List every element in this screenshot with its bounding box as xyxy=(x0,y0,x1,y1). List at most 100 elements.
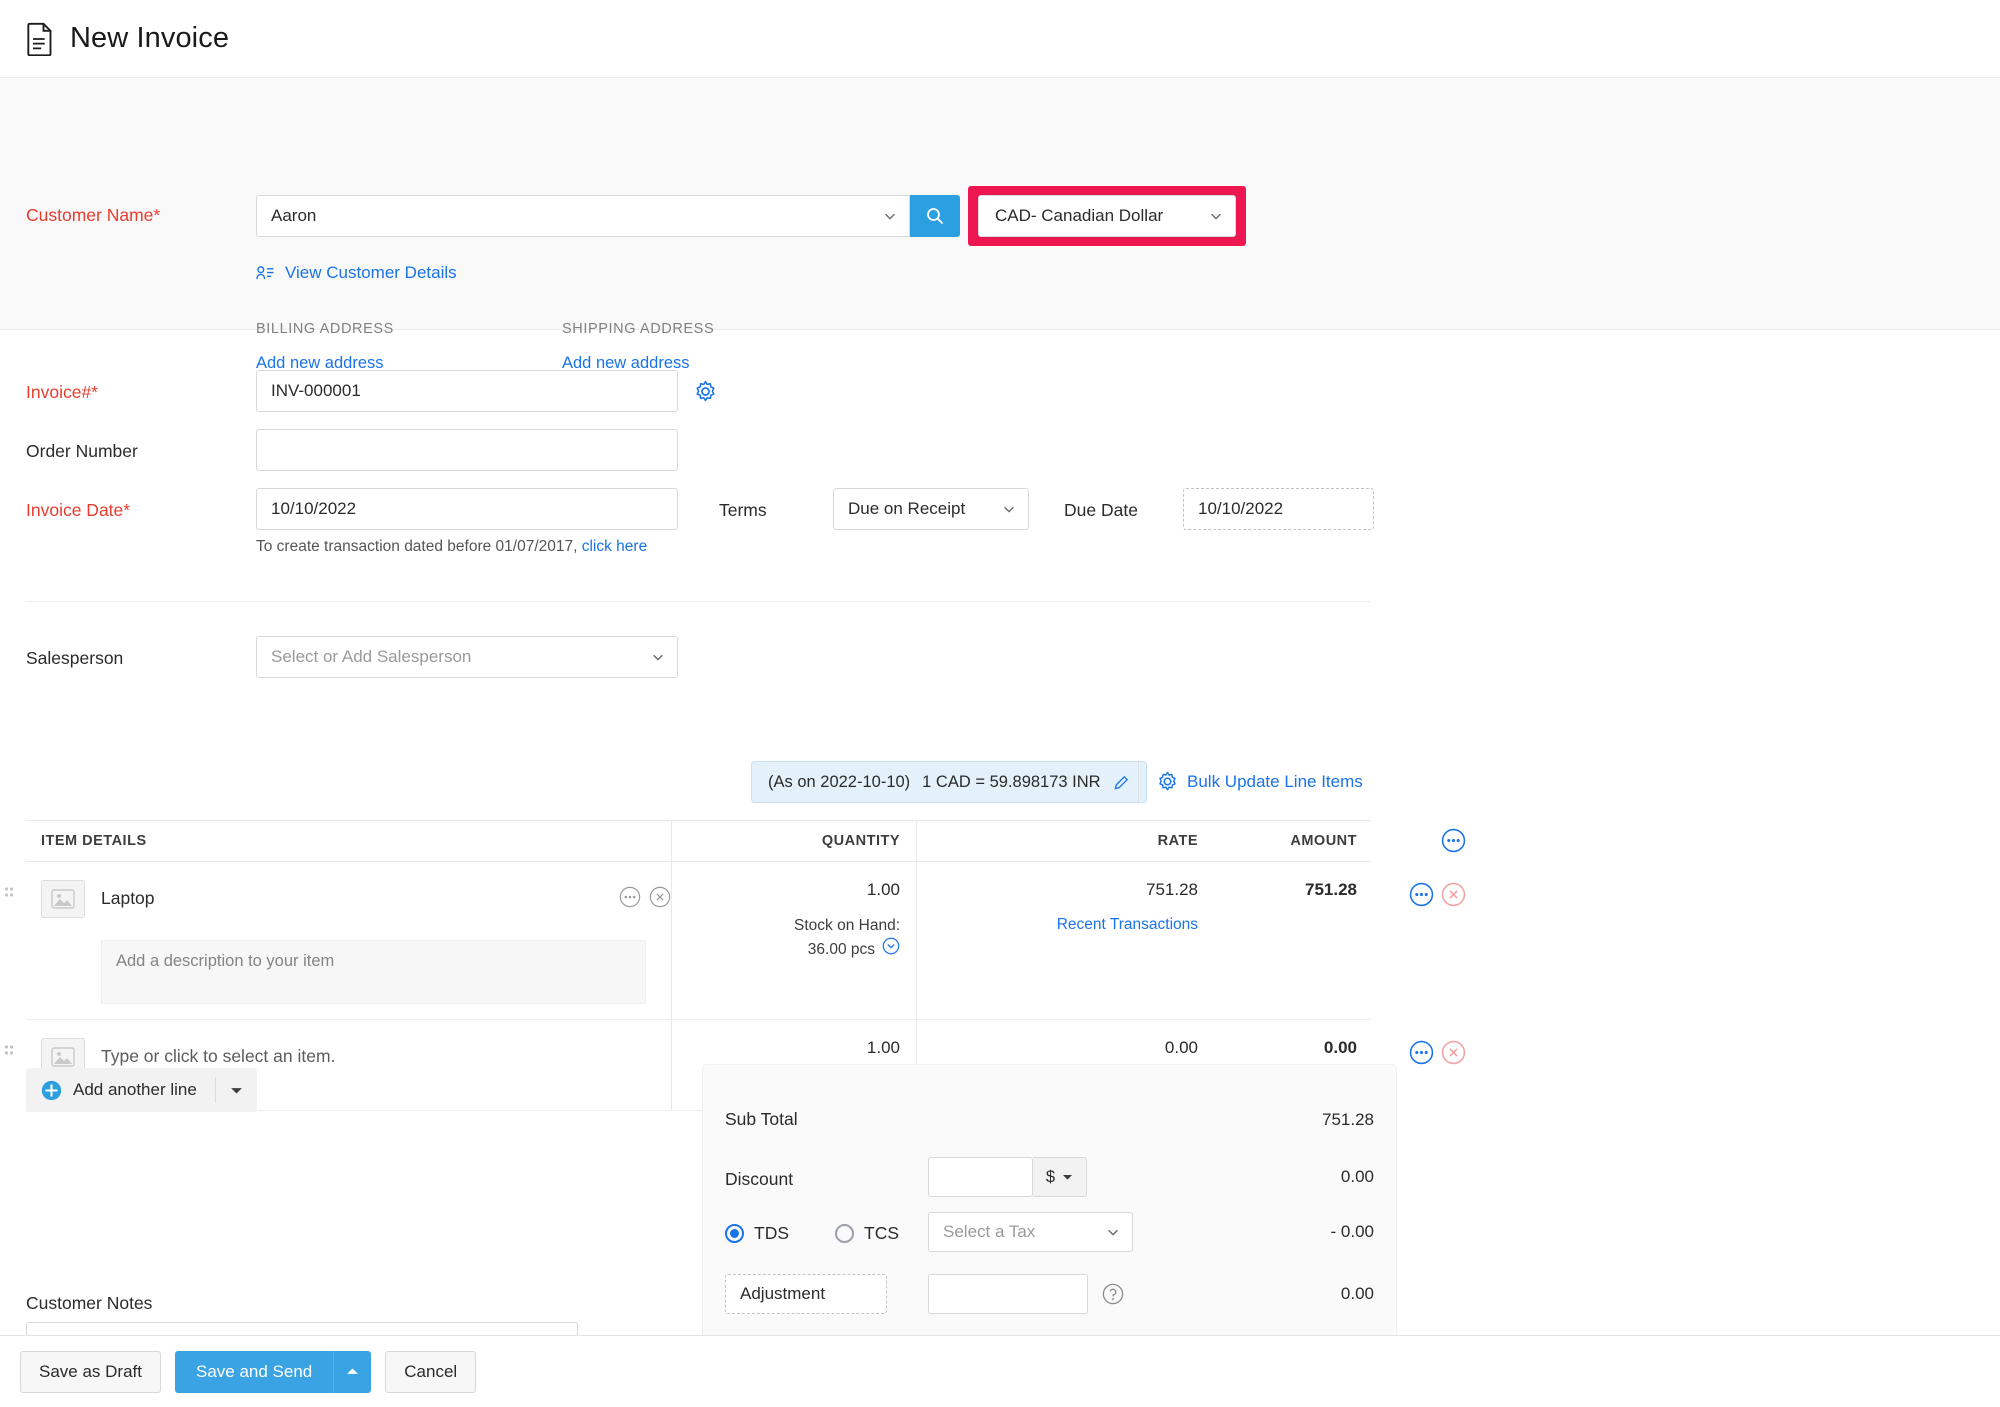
chevron-down-icon xyxy=(1209,209,1223,223)
exchange-rate-edit-button[interactable] xyxy=(1113,774,1130,791)
customer-name-label: Customer Name* xyxy=(26,205,160,226)
add-line-dropdown-button[interactable] xyxy=(216,1086,257,1095)
save-and-send-dropdown-button[interactable] xyxy=(333,1351,371,1393)
stock-on-hand-label: Stock on Hand: xyxy=(672,914,900,937)
view-customer-details-link[interactable]: View Customer Details xyxy=(256,263,457,283)
column-header-item-details: ITEM DETAILS xyxy=(26,821,671,861)
discount-input[interactable] xyxy=(928,1157,1033,1197)
more-options-icon xyxy=(1441,828,1466,853)
backdate-hint-text: To create transaction dated before 01/07… xyxy=(256,538,577,555)
table-header-row: ITEM DETAILS QUANTITY RATE AMOUNT xyxy=(26,820,1371,862)
currency-value: CAD- Canadian Dollar xyxy=(995,206,1209,226)
view-customer-details-label: View Customer Details xyxy=(285,263,457,283)
tds-radio[interactable] xyxy=(725,1224,744,1243)
invoice-date-label: Invoice Date* xyxy=(26,500,130,521)
row-item-name[interactable]: Laptop xyxy=(101,880,603,909)
invoice-number-input[interactable]: INV-000001 xyxy=(256,370,678,412)
exchange-bulk-divider xyxy=(1138,760,1139,804)
cancel-button[interactable]: Cancel xyxy=(385,1351,476,1393)
row-item-name[interactable]: Type or click to select an item. xyxy=(101,1038,671,1067)
terms-value: Due on Receipt xyxy=(848,499,1002,519)
page-header: New Invoice xyxy=(0,0,2000,78)
adjustment-input[interactable] xyxy=(928,1274,1088,1314)
discount-unit-select[interactable]: $ xyxy=(1033,1157,1087,1197)
invoice-date-value: 10/10/2022 xyxy=(271,499,356,519)
drag-handle-icon[interactable] xyxy=(4,1044,16,1071)
item-clear-icon[interactable] xyxy=(649,886,671,913)
invoice-number-settings-button[interactable] xyxy=(694,380,717,408)
row-side-actions xyxy=(1409,1040,1466,1070)
bulk-update-line-items-button[interactable]: Bulk Update Line Items xyxy=(1157,771,1363,792)
salesperson-select[interactable]: Select or Add Salesperson xyxy=(256,636,678,678)
save-and-send-button[interactable]: Save and Send xyxy=(175,1351,333,1393)
stock-expand-icon[interactable] xyxy=(882,937,900,962)
shipping-address-block: SHIPPING ADDRESS Add new address xyxy=(562,321,714,373)
document-icon xyxy=(26,22,54,56)
customer-name-select[interactable]: Aaron xyxy=(256,195,910,237)
column-header-quantity: QUANTITY xyxy=(671,821,916,861)
adjustment-amount: 0.00 xyxy=(1341,1284,1374,1304)
column-header-amount: AMOUNT xyxy=(1216,821,1371,861)
customer-search-button[interactable] xyxy=(910,195,960,237)
due-date-input[interactable]: 10/10/2022 xyxy=(1183,488,1374,530)
tcs-label: TCS xyxy=(864,1223,899,1244)
exchange-rate-value: 1 CAD = 59.898173 INR xyxy=(922,773,1100,792)
table-row: Laptop xyxy=(26,862,1371,1020)
due-date-value: 10/10/2022 xyxy=(1198,499,1283,519)
plus-circle-icon xyxy=(41,1080,62,1101)
item-image-placeholder-icon[interactable] xyxy=(41,880,85,918)
tcs-radio[interactable] xyxy=(835,1224,854,1243)
add-another-line-button[interactable]: Add another line xyxy=(26,1068,257,1112)
invoice-number-label: Invoice#* xyxy=(26,382,98,403)
drag-handle-icon[interactable] xyxy=(4,886,16,913)
caret-down-icon xyxy=(1062,1173,1073,1181)
save-as-draft-button[interactable]: Save as Draft xyxy=(20,1351,161,1393)
terms-label: Terms xyxy=(719,500,767,521)
shipping-address-title: SHIPPING ADDRESS xyxy=(562,321,714,337)
sub-total-label: Sub Total xyxy=(725,1109,798,1130)
row-amount-cell: 751.28 xyxy=(1216,862,1371,1019)
row-rate-value[interactable]: 0.00 xyxy=(1165,1038,1198,1058)
caret-down-icon xyxy=(230,1086,243,1095)
item-more-options-icon[interactable] xyxy=(619,886,641,913)
row-quantity-value[interactable]: 1.00 xyxy=(867,1038,900,1058)
order-number-label: Order Number xyxy=(26,441,138,462)
backdate-hint-link[interactable]: click here xyxy=(582,538,647,555)
salesperson-label: Salesperson xyxy=(26,648,123,669)
currency-select[interactable]: CAD- Canadian Dollar xyxy=(978,195,1236,237)
row-delete-icon[interactable] xyxy=(1441,1040,1466,1070)
sub-total-row: Sub Total xyxy=(725,1109,798,1130)
customer-section: Customer Name* Aaron CAD- Canadian Dolla… xyxy=(0,78,2000,330)
user-details-icon xyxy=(256,265,275,282)
tax-placeholder: Select a Tax xyxy=(943,1222,1106,1242)
gear-icon xyxy=(694,380,717,403)
row-recent-transactions-link[interactable]: Recent Transactions xyxy=(917,916,1198,934)
invoice-number-value: INV-000001 xyxy=(271,381,361,401)
billing-address-block: BILLING ADDRESS Add new address xyxy=(256,321,394,373)
gear-icon xyxy=(1157,771,1178,792)
row-rate-cell: 751.28 Recent Transactions xyxy=(916,862,1216,1019)
order-number-input[interactable] xyxy=(256,429,678,471)
form-footer: Save as Draft Save and Send Cancel xyxy=(0,1335,2000,1407)
invoice-date-input[interactable]: 10/10/2022 xyxy=(256,488,678,530)
bulk-update-label: Bulk Update Line Items xyxy=(1187,772,1363,792)
backdate-hint: To create transaction dated before 01/07… xyxy=(256,538,647,556)
customer-notes-label: Customer Notes xyxy=(26,1293,152,1314)
row-more-options-icon[interactable] xyxy=(1409,1040,1434,1070)
row-item-description-input[interactable]: Add a description to your item xyxy=(101,940,646,1004)
adjustment-label-input[interactable]: Adjustment xyxy=(725,1274,887,1314)
row-more-options-icon[interactable] xyxy=(1409,882,1434,912)
row-rate-value[interactable]: 751.28 xyxy=(917,880,1198,900)
row-quantity-value[interactable]: 1.00 xyxy=(672,880,900,900)
discount-amount: 0.00 xyxy=(1341,1167,1374,1187)
adjustment-help-icon[interactable] xyxy=(1102,1283,1124,1310)
discount-row: Discount xyxy=(725,1169,793,1190)
table-options-button[interactable] xyxy=(1441,828,1466,857)
discount-unit-value: $ xyxy=(1046,1168,1055,1187)
pencil-icon xyxy=(1113,774,1130,791)
terms-select[interactable]: Due on Receipt xyxy=(833,488,1029,530)
chevron-down-icon xyxy=(651,650,665,664)
row-delete-icon[interactable] xyxy=(1441,882,1466,912)
row-side-actions xyxy=(1409,882,1466,912)
tax-select[interactable]: Select a Tax xyxy=(928,1212,1133,1252)
